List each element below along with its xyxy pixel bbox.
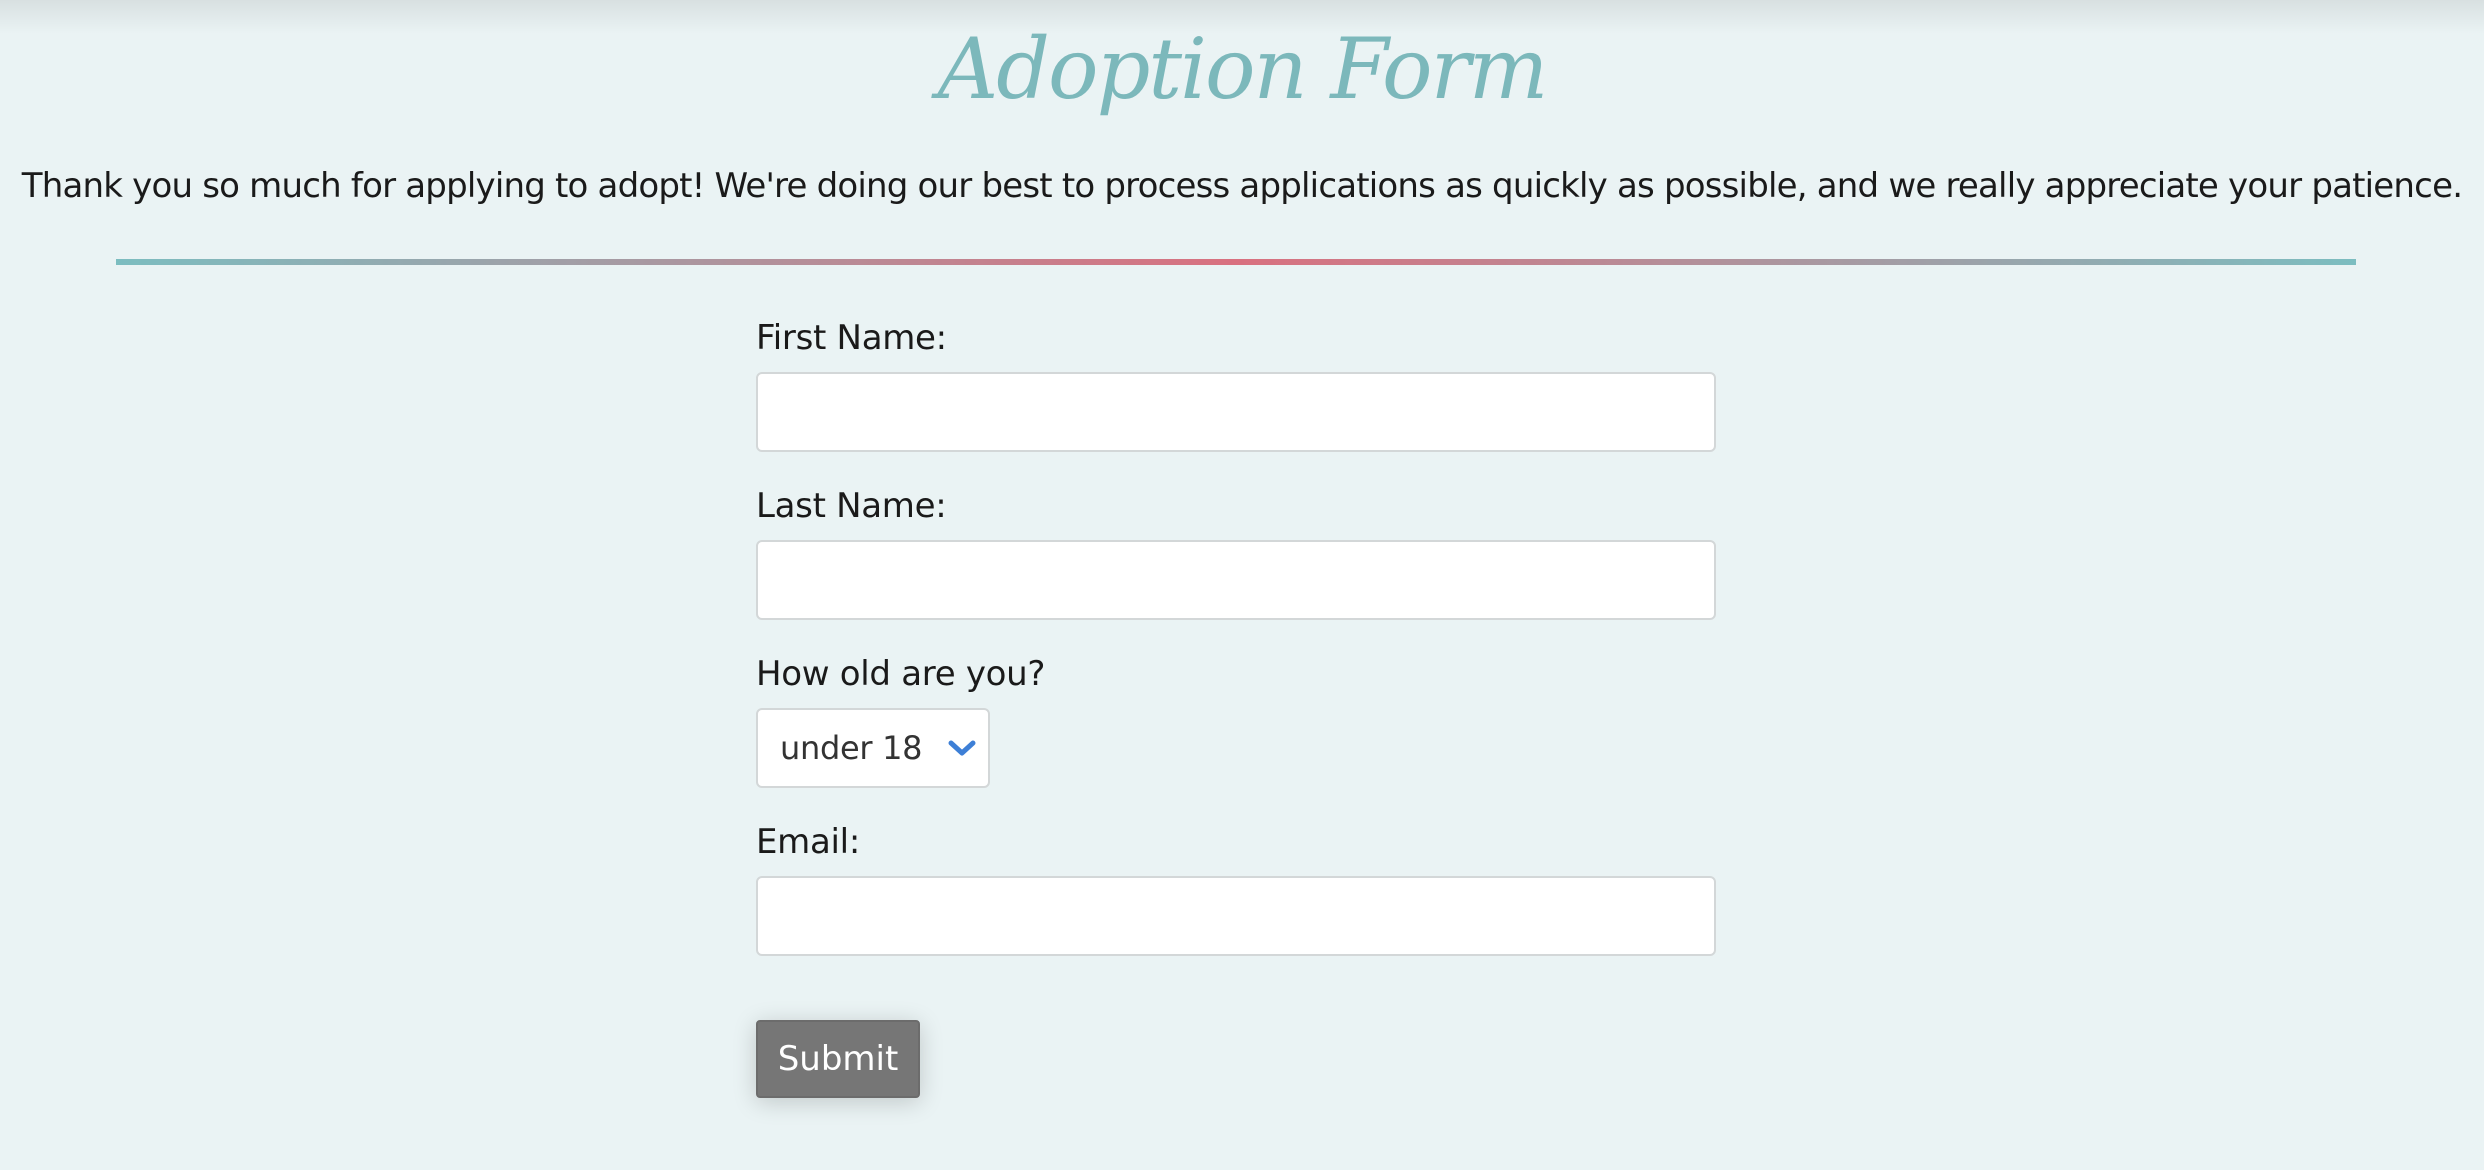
last-name-label: Last Name: (756, 486, 947, 526)
age-select-value: under 18 (780, 729, 923, 767)
email-label: Email: (756, 822, 860, 862)
age-select[interactable]: under 18 (756, 708, 990, 788)
chevron-down-icon (946, 732, 978, 764)
divider (116, 259, 2356, 265)
age-label: How old are you? (756, 654, 1046, 694)
first-name-label: First Name: (756, 318, 947, 358)
last-name-input[interactable] (756, 540, 1716, 620)
intro-text: Thank you so much for applying to adopt!… (21, 166, 2463, 206)
email-input[interactable] (756, 876, 1716, 956)
adoption-form: First Name: Last Name: How old are you? … (756, 310, 1716, 1098)
first-name-input[interactable] (756, 372, 1716, 452)
page-title: Adoption Form (937, 20, 1549, 118)
submit-button[interactable]: Submit (756, 1020, 920, 1098)
